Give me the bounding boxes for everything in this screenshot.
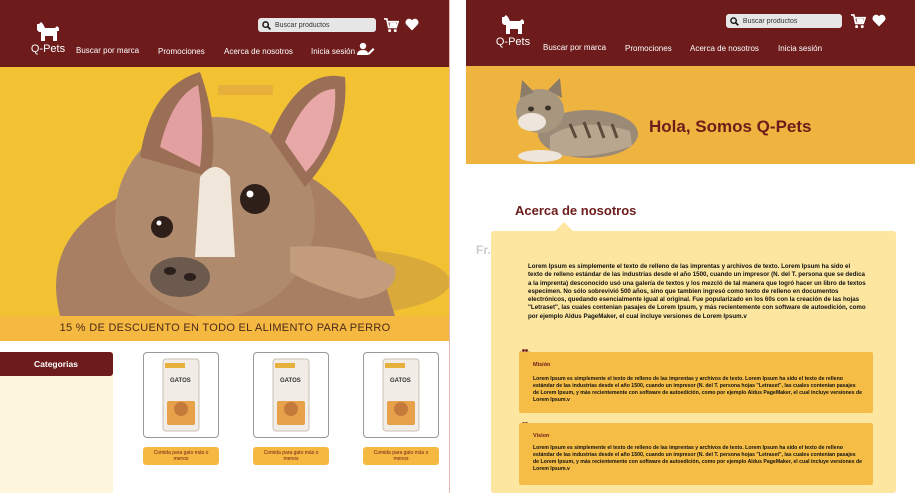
heart-icon[interactable] — [872, 14, 886, 27]
about-hero-title: Hola, Somos Q-Pets — [649, 117, 812, 136]
about-hero-banner — [466, 66, 915, 164]
vision-text: Lorem Ipsum es simplemente el texto de r… — [533, 445, 863, 472]
nav-promotions[interactable]: Promociones — [158, 47, 205, 56]
dog-logo-icon — [502, 15, 524, 34]
heart-icon[interactable] — [405, 18, 419, 31]
product-image[interactable] — [363, 352, 439, 438]
search-bar[interactable] — [258, 18, 376, 32]
search-input[interactable] — [275, 21, 375, 29]
logo[interactable]: Q-Pets — [493, 15, 533, 48]
product-button[interactable]: Comida para gato más o menos — [253, 447, 329, 465]
nav-brand-search[interactable]: Buscar por marca — [543, 43, 606, 52]
product-image[interactable] — [253, 352, 329, 438]
nav-about[interactable]: Acerca de nosotros — [224, 47, 293, 56]
home-page: Q-Pets Buscar por marca Promociones Acer… — [0, 0, 450, 493]
nav-brand-search[interactable]: Buscar por marca — [76, 46, 139, 55]
product-package-label: GATOS — [170, 378, 191, 384]
logo-text: Q-Pets — [30, 43, 66, 55]
product-package-label: GATOS — [390, 378, 411, 384]
hero-dog-image — [0, 67, 449, 316]
product-card[interactable]: GATOS Comida para gato más o menos — [143, 352, 219, 465]
site-header: Q-Pets Buscar por marca Promociones Acer… — [466, 0, 915, 66]
about-page: Q-Pets Buscar por marca Promociones Acer… — [466, 0, 915, 493]
product-button[interactable]: Comida para gato más o menos — [143, 447, 219, 465]
section-title: Acerca de nosotros — [515, 203, 637, 218]
mission-title: Misión — [533, 362, 551, 368]
product-card[interactable]: GATOS Comida para gato más o menos — [253, 352, 329, 465]
panel-divider — [450, 0, 466, 493]
logo[interactable]: Q-Pets — [28, 22, 68, 55]
about-intro-text: Lorem Ipsum es simplemente el texto de r… — [528, 263, 866, 320]
product-card[interactable]: GATOS Comida para gato más o menos — [363, 352, 439, 465]
categories-button[interactable]: Categorias — [0, 352, 113, 376]
cart-icon[interactable] — [851, 14, 866, 29]
nav-about[interactable]: Acerca de nosotros — [690, 44, 759, 53]
vision-title: Vision — [533, 433, 550, 439]
site-header: Q-Pets Buscar por marca Promociones Acer… — [0, 0, 449, 67]
user-edit-icon[interactable] — [357, 42, 375, 56]
nav-promotions[interactable]: Promociones — [625, 44, 672, 53]
mission-text: Lorem Ipsum es simplemente el texto de r… — [533, 376, 863, 403]
search-bar[interactable] — [726, 14, 842, 28]
product-package-label: GATOS — [280, 378, 301, 384]
search-icon[interactable] — [262, 20, 271, 30]
promo-banner[interactable]: 15 % DE DESCUENTO EN TODO EL ALIMENTO PA… — [0, 316, 449, 341]
mission-box: Misión Lorem Ipsum es simplemente el tex… — [519, 352, 873, 413]
nav-login[interactable]: Inicia sesión — [311, 47, 355, 56]
dog-logo-icon — [37, 22, 59, 41]
search-icon[interactable] — [730, 16, 739, 26]
product-image[interactable] — [143, 352, 219, 438]
vision-box: Vision Lorem Ipsum es simplemente el tex… — [519, 423, 873, 485]
logo-text: Q-Pets — [495, 36, 531, 48]
cat-image — [516, 78, 638, 162]
nav-login[interactable]: Inicia sesión — [778, 44, 822, 53]
cart-icon[interactable] — [384, 18, 399, 33]
product-button[interactable]: Comida para gato más o menos — [363, 447, 439, 465]
search-input[interactable] — [742, 17, 842, 25]
